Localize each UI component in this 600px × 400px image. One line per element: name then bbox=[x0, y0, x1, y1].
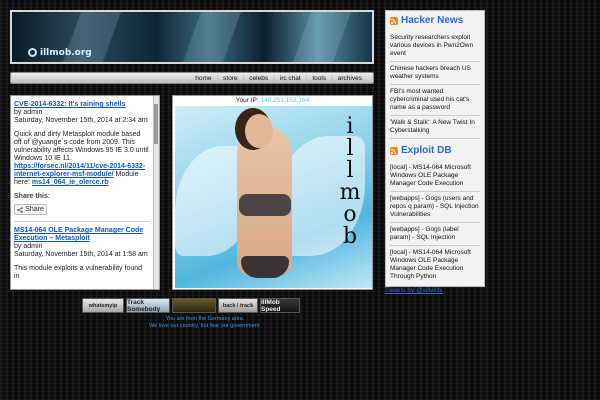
nav-store[interactable]: store bbox=[218, 75, 242, 82]
hacker-news-title: Hacker News bbox=[401, 15, 464, 26]
center-panel: Your IP: 148.251.153.164 i l l m o b bbox=[172, 95, 373, 290]
hacker-news-heading[interactable]: Hacker News bbox=[390, 15, 480, 26]
scrollbar-thumb[interactable] bbox=[154, 104, 158, 144]
post-body: This module exploits a vulnerability fou… bbox=[14, 265, 143, 280]
site-logo[interactable]: illmob.org bbox=[40, 48, 92, 58]
artwork-letters: i l l m o b bbox=[335, 116, 365, 248]
exploit-db-item[interactable]: [local] - MS14-064 Microsoft Windows OLE… bbox=[390, 161, 480, 192]
share-button[interactable]: Share bbox=[14, 204, 47, 215]
main-nav: home : store : celebs : irc chat : tools… bbox=[10, 72, 374, 84]
post-author: by admin bbox=[14, 243, 43, 250]
badge-banner[interactable] bbox=[172, 298, 216, 313]
badge-backtrack[interactable]: back \ track bbox=[218, 298, 258, 313]
banner-decoration bbox=[292, 12, 352, 62]
hero-artwork: i l l m o b bbox=[175, 106, 372, 288]
post-1: CVE-2014-6332: It's raining shells by ad… bbox=[11, 96, 159, 215]
hacker-news-item[interactable]: FBI's most wanted cybercriminal used his… bbox=[390, 85, 480, 116]
nav-archives[interactable]: archives bbox=[333, 75, 367, 82]
footer-location: You are from the Germany area. bbox=[165, 316, 245, 322]
post-2: MS14-064 OLE Package Manager Code Execut… bbox=[11, 222, 159, 281]
exploit-db-title: Exploit DB bbox=[401, 145, 452, 156]
badges-row: whatsmyip Track Somebody back \ track il… bbox=[82, 298, 300, 313]
hacker-news-item[interactable]: Chinese hackers breach US weather system… bbox=[390, 62, 480, 85]
hacker-news-item[interactable]: Security researchers exploit various dev… bbox=[390, 31, 480, 62]
nav-irc-chat[interactable]: irc chat bbox=[275, 75, 306, 82]
post-body: Quick and dirty Metasploit module based … bbox=[14, 131, 149, 187]
figure-top bbox=[239, 194, 291, 216]
artwork-letter: b bbox=[342, 224, 358, 249]
post-author: by admin bbox=[14, 109, 43, 116]
badge-whatsmyip[interactable]: whatsmyip bbox=[82, 298, 124, 313]
exploit-db-item[interactable]: [webapps] - Gogs (users and repos q para… bbox=[390, 192, 480, 223]
artwork-letter: m bbox=[339, 180, 361, 205]
nav-celebs[interactable]: celebs bbox=[244, 75, 273, 82]
figure-bottom bbox=[241, 256, 289, 278]
nav-tools[interactable]: tools bbox=[307, 75, 331, 82]
posts-panel[interactable]: CVE-2014-6332: It's raining shells by ad… bbox=[10, 95, 160, 290]
artwork-letter: l bbox=[346, 136, 354, 161]
share-label: Share this: bbox=[14, 193, 51, 200]
artwork-letter: l bbox=[346, 158, 354, 183]
post-module-link[interactable]: ms14_064_ie_olerce.rb bbox=[32, 179, 109, 186]
banner-decoration bbox=[182, 12, 242, 62]
share-icon bbox=[17, 206, 23, 213]
post-title-link[interactable]: CVE-2014-6332: It's raining shells bbox=[14, 101, 149, 109]
post-date: Saturday, November 15th, 2014 at 1:58 am bbox=[14, 251, 148, 258]
footer: You are from the Germany area. We love o… bbox=[100, 316, 310, 330]
share-button-label: Share bbox=[25, 205, 44, 213]
hacker-news-item[interactable]: 'Walk & Stalk': A New Twist In Cyberstal… bbox=[390, 116, 480, 139]
post-title-link[interactable]: MS14-064 OLE Package Manager Code Execut… bbox=[14, 227, 149, 243]
badge-illmob-speed[interactable]: illMob Speed bbox=[260, 298, 300, 313]
nav-home[interactable]: home bbox=[190, 75, 216, 82]
tweets-link[interactable]: Tweets by @xillwillx bbox=[385, 287, 443, 294]
artwork-letter: o bbox=[343, 202, 357, 227]
post-body-text: Quick and dirty Metasploit module based … bbox=[14, 131, 149, 162]
rss-icon bbox=[390, 16, 398, 25]
news-sidebar: Hacker News Security researchers exploit… bbox=[385, 10, 485, 287]
figure-head bbox=[245, 114, 273, 148]
exploit-db-heading[interactable]: Exploit DB bbox=[390, 145, 480, 156]
post-date: Saturday, November 15th, 2014 at 2:34 am bbox=[14, 117, 148, 124]
ip-label: Your IP: bbox=[235, 97, 259, 104]
logo-icon bbox=[28, 48, 37, 57]
exploit-db-item[interactable]: [local] - MS14-064 Microsoft Windows OLE… bbox=[390, 246, 480, 284]
badge-track-somebody[interactable]: Track Somebody bbox=[126, 298, 170, 313]
exploit-db-item[interactable]: [webapps] - Gogs (label param) - SQL Inj… bbox=[390, 223, 480, 246]
site-banner[interactable]: illmob.org bbox=[10, 10, 374, 64]
ip-value: 148.251.153.164 bbox=[260, 97, 310, 104]
posts-scrollbar[interactable] bbox=[153, 96, 159, 289]
ip-readout: Your IP: 148.251.153.164 bbox=[173, 96, 372, 106]
footer-tagline: We love our country, but fear our govern… bbox=[149, 323, 261, 329]
artwork-letter: i bbox=[346, 114, 354, 139]
rss-icon bbox=[390, 146, 398, 155]
